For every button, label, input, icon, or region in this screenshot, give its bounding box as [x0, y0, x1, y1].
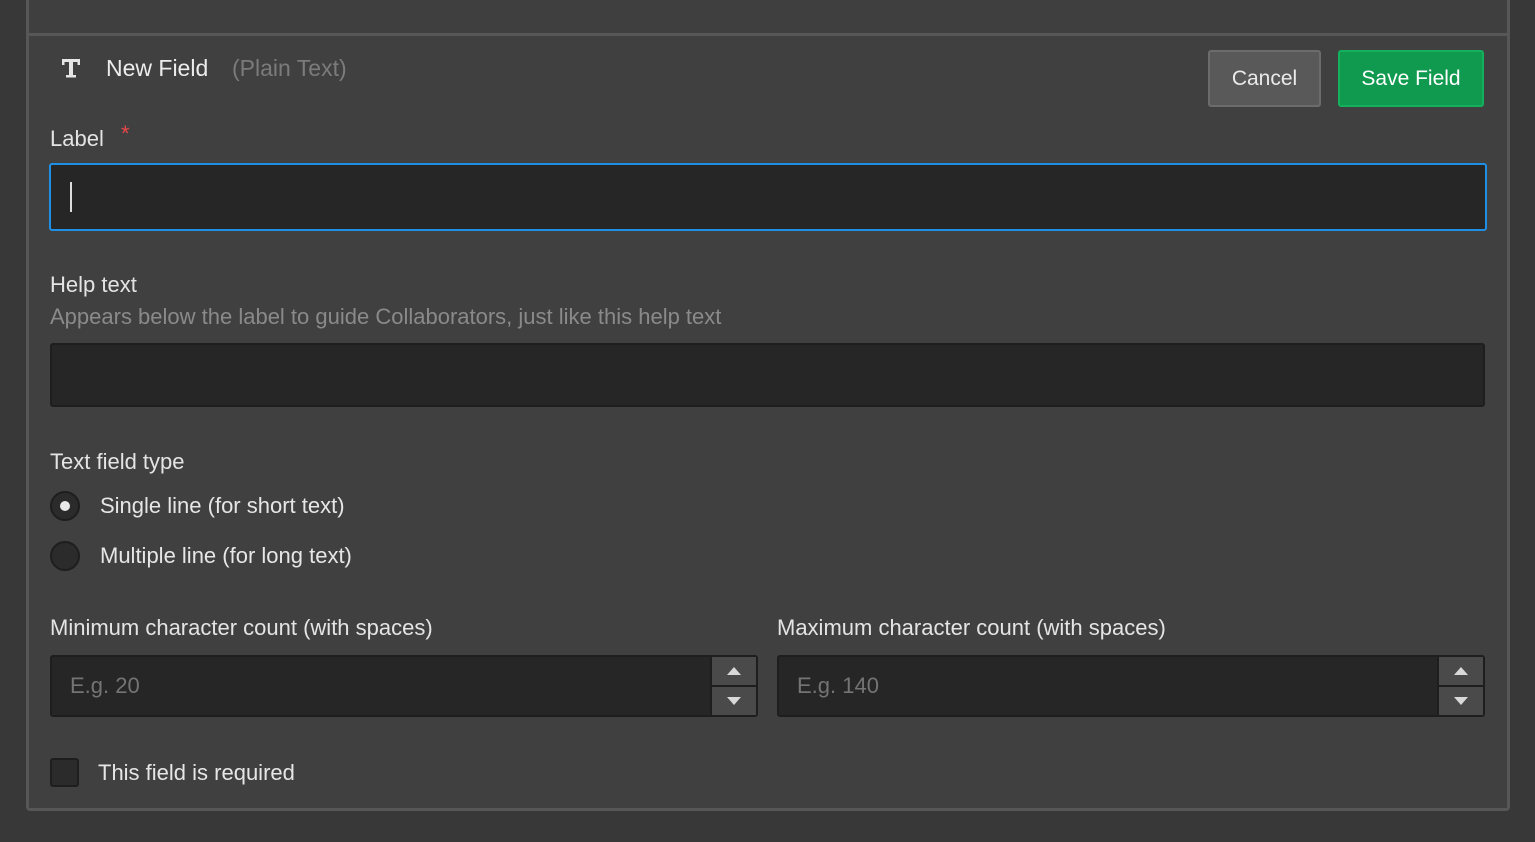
max-count-field	[777, 655, 1485, 717]
max-increment-button[interactable]	[1439, 657, 1483, 685]
max-decrement-button[interactable]	[1439, 685, 1483, 715]
radio-label-multiple: Multiple line (for long text)	[100, 543, 352, 568]
field-title: New Field	[106, 55, 209, 81]
radio-single-line[interactable]: Single line (for short text)	[50, 490, 345, 522]
save-field-button[interactable]: Save Field	[1338, 50, 1484, 107]
arrow-up-icon	[1454, 667, 1468, 675]
text-caret	[70, 182, 72, 212]
max-count-stepper	[1437, 657, 1483, 715]
help-text-hint: Appears below the label to guide Collabo…	[50, 304, 722, 329]
arrow-down-icon	[1454, 697, 1468, 705]
new-field-panel: New Field (Plain Text) Cancel Save Field…	[26, 0, 1510, 811]
max-count-input[interactable]	[779, 657, 1437, 715]
min-count-input[interactable]	[52, 657, 710, 715]
field-type-subtitle: (Plain Text)	[232, 55, 347, 81]
required-star: *	[121, 121, 130, 146]
max-count-title: Maximum character count (with spaces)	[777, 615, 1166, 640]
required-checkbox[interactable]	[50, 758, 79, 787]
min-count-stepper	[710, 657, 756, 715]
radio-label-single: Single line (for short text)	[100, 493, 345, 518]
min-count-field	[50, 655, 758, 717]
min-increment-button[interactable]	[712, 657, 756, 685]
help-text-input[interactable]	[50, 343, 1485, 407]
text-field-type-title: Text field type	[50, 449, 185, 474]
radio-button-single[interactable]	[50, 491, 80, 521]
cancel-button[interactable]: Cancel	[1208, 50, 1321, 107]
radio-button-multiple[interactable]	[50, 541, 80, 571]
min-count-title: Minimum character count (with spaces)	[50, 615, 433, 640]
label-field-title: Label	[50, 126, 104, 151]
text-type-icon	[62, 59, 80, 78]
label-input[interactable]	[49, 163, 1487, 231]
radio-selected-dot	[60, 501, 70, 511]
arrow-up-icon	[727, 667, 741, 675]
help-text-title: Help text	[50, 272, 137, 297]
min-decrement-button[interactable]	[712, 685, 756, 715]
previous-field-strip	[29, 0, 1507, 36]
radio-multiple-line[interactable]: Multiple line (for long text)	[50, 540, 352, 572]
arrow-down-icon	[727, 697, 741, 705]
required-checkbox-label: This field is required	[98, 760, 295, 785]
